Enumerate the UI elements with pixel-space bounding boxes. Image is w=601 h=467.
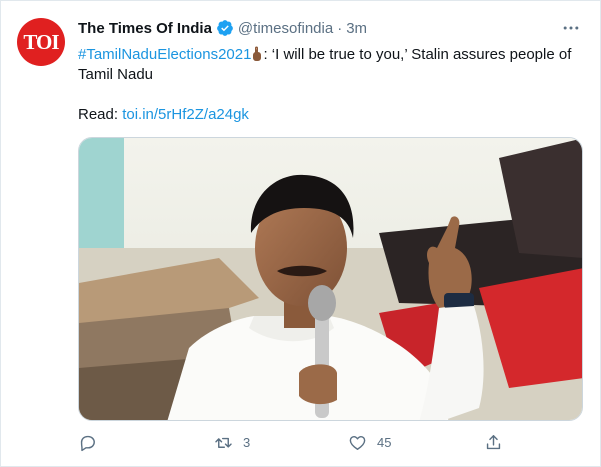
speaker-photo [79,138,582,420]
more-options-button[interactable] [560,17,582,39]
avatar[interactable]: TOI [17,18,65,66]
tweet-media-image[interactable] [78,137,583,421]
verified-icon [217,20,233,36]
hashtag-link[interactable]: #TamilNaduElections2021 [78,46,251,63]
separator-dot: · [337,19,343,37]
read-label: Read: [78,106,123,123]
like-count: 45 [377,435,392,450]
tweet-actions: 3 45 [78,433,508,455]
article-link[interactable]: toi.in/5rHf2Z/a24gk [122,106,249,123]
reply-button[interactable] [78,433,107,452]
read-line: Read: toi.in/5rHf2Z/a24gk [78,105,249,125]
like-icon [349,436,366,450]
share-button[interactable] [484,433,503,452]
like-button[interactable]: 45 [348,433,391,452]
author-name[interactable]: The Times Of India [78,20,212,37]
retweet-button[interactable]: 3 [214,433,250,452]
reply-icon [80,435,95,452]
share-icon [486,435,501,450]
index-finger-emoji-icon [253,46,262,61]
retweet-count: 3 [243,435,251,450]
tweet-text: #TamilNaduElections2021 : ‘I will be tru… [78,45,583,85]
tweet-header: The Times Of India @timesofindia · 3m [78,19,367,37]
retweet-icon [215,437,232,448]
avatar-logo-text: TOI [23,29,59,54]
author-handle[interactable]: @timesofindia [238,20,333,37]
tweet-card[interactable]: TOI The Times Of India @timesofindia · 3… [0,0,601,467]
tweet-timestamp[interactable]: 3m [346,20,367,37]
more-icon [563,26,579,30]
